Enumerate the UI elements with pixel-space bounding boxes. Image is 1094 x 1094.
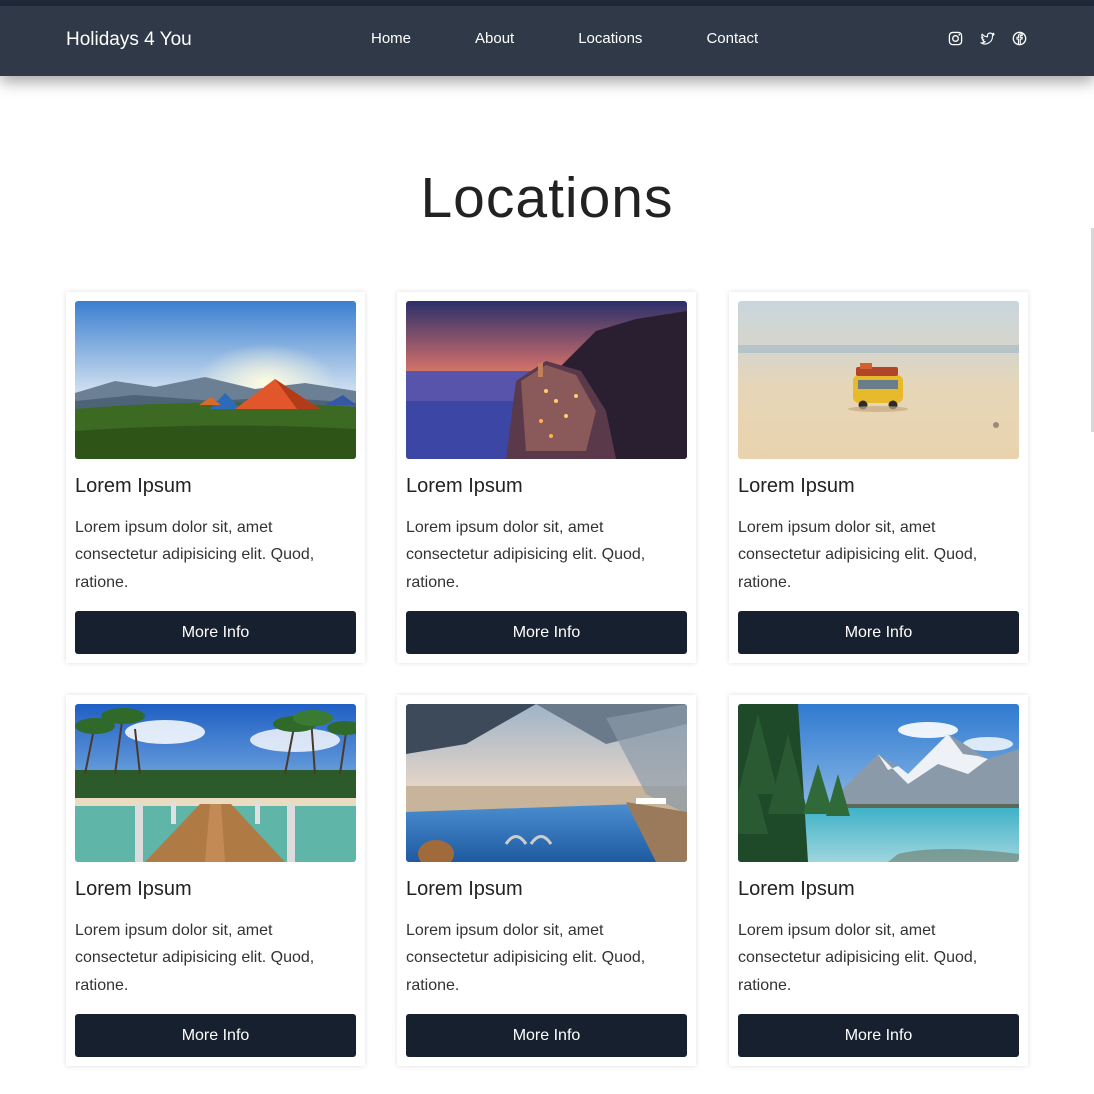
more-info-button[interactable]: More Info [75, 1014, 356, 1057]
card-title: Lorem Ipsum [738, 878, 855, 900]
card-image [406, 301, 687, 459]
nav-link-contact[interactable]: Contact [706, 30, 758, 47]
location-card: Lorem Ipsum Lorem ipsum dolor sit, amet … [66, 292, 365, 663]
card-description: Lorem ipsum dolor sit, amet consectetur … [738, 519, 978, 591]
location-card: Lorem Ipsum Lorem ipsum dolor sit, amet … [729, 292, 1028, 663]
navbar: Holidays 4 You Home About Locations Cont… [0, 6, 1094, 76]
main-nav: Home About Locations Contact [371, 30, 822, 47]
card-description: Lorem ipsum dolor sit, amet consectetur … [75, 922, 315, 994]
card-description: Lorem ipsum dolor sit, amet consectetur … [406, 519, 646, 591]
more-info-button[interactable]: More Info [75, 611, 356, 654]
nav-link-locations[interactable]: Locations [578, 30, 642, 47]
card-title: Lorem Ipsum [738, 475, 855, 497]
location-card: Lorem Ipsum Lorem ipsum dolor sit, amet … [397, 292, 696, 663]
brand-logo[interactable]: Holidays 4 You [66, 29, 192, 51]
card-title: Lorem Ipsum [75, 475, 192, 497]
location-card: Lorem Ipsum Lorem ipsum dolor sit, amet … [66, 695, 365, 1066]
more-info-button[interactable]: More Info [738, 611, 1019, 654]
nav-link-home[interactable]: Home [371, 30, 411, 47]
card-title: Lorem Ipsum [406, 475, 523, 497]
more-info-button[interactable]: More Info [406, 611, 687, 654]
card-description: Lorem ipsum dolor sit, amet consectetur … [406, 922, 646, 994]
page-title: Locations [420, 166, 674, 230]
card-image [406, 704, 687, 862]
card-image [738, 301, 1019, 459]
card-image [738, 704, 1019, 862]
card-image [75, 704, 356, 862]
facebook-icon[interactable] [1012, 31, 1027, 46]
nav-link-about[interactable]: About [475, 30, 514, 47]
twitter-icon[interactable] [980, 31, 995, 46]
card-image [75, 301, 356, 459]
location-card: Lorem Ipsum Lorem ipsum dolor sit, amet … [397, 695, 696, 1066]
location-card: Lorem Ipsum Lorem ipsum dolor sit, amet … [729, 695, 1028, 1066]
card-description: Lorem ipsum dolor sit, amet consectetur … [738, 922, 978, 994]
social-links [948, 31, 1027, 46]
more-info-button[interactable]: More Info [738, 1014, 1019, 1057]
instagram-icon[interactable] [948, 31, 963, 46]
card-description: Lorem ipsum dolor sit, amet consectetur … [75, 519, 315, 591]
more-info-button[interactable]: More Info [406, 1014, 687, 1057]
card-title: Lorem Ipsum [75, 878, 192, 900]
card-title: Lorem Ipsum [406, 878, 523, 900]
